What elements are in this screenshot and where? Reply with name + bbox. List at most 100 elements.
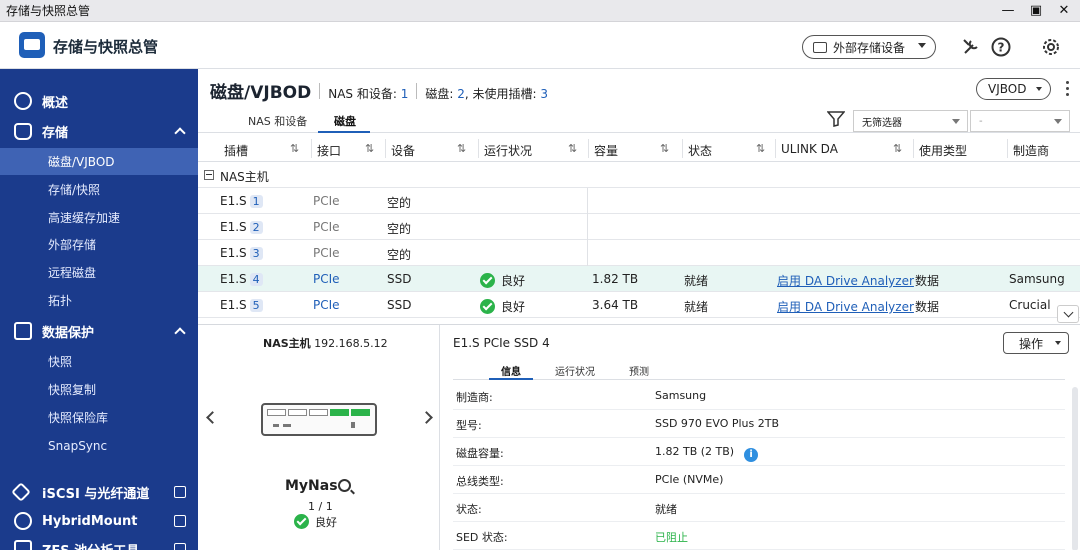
tab-info[interactable]: 信息 bbox=[501, 363, 521, 378]
external-storage-button[interactable]: 外部存储设备 bbox=[802, 35, 936, 59]
close-icon[interactable]: ✕ bbox=[1056, 2, 1072, 18]
scrollbar[interactable] bbox=[1072, 387, 1078, 550]
actions-button[interactable]: 操作 bbox=[1003, 332, 1069, 354]
active-tab-indicator bbox=[489, 378, 533, 380]
nas-count-label: NAS 和设备: bbox=[328, 87, 397, 101]
col-health[interactable]: 运行状况 ⇅ bbox=[484, 142, 577, 159]
sidebar-group-data-protection[interactable]: 数据保护 bbox=[0, 317, 198, 345]
iscsi-icon bbox=[11, 482, 31, 502]
sidebar-item-remote-disk[interactable]: 远程磁盘 bbox=[0, 259, 198, 286]
enable-da-link[interactable]: 启用 DA Drive Analyzer bbox=[777, 272, 914, 289]
filter-select[interactable]: 无筛选器 bbox=[853, 110, 968, 132]
tab-disks[interactable]: 磁盘 bbox=[334, 113, 356, 129]
property-row: 型号: SSD 970 EVO Plus 2TB bbox=[453, 410, 1065, 438]
sidebar-item-cache[interactable]: 高速缓存加速 bbox=[0, 204, 198, 231]
table-row[interactable]: E1.S 5 PCIe SSD 良好 3.64 TB 就绪 启用 DA Drive… bbox=[198, 292, 1080, 318]
property-row: 总线类型: PCIe (NVMe) bbox=[453, 466, 1065, 494]
collapse-icon[interactable] bbox=[204, 170, 214, 180]
chevron-down-icon bbox=[918, 43, 926, 48]
chevron-down-icon bbox=[952, 119, 960, 124]
table-row[interactable]: E1.S 1 PCIe 空的 bbox=[198, 188, 1080, 214]
sidebar-group-label: 概述 bbox=[42, 95, 69, 111]
maximize-icon[interactable]: ▣ bbox=[1028, 2, 1044, 18]
col-slot[interactable]: 插槽 ⇅ bbox=[224, 142, 299, 159]
sidebar-item-snapshot-vault[interactable]: 快照保险库 bbox=[0, 404, 198, 431]
tab-nas-devices[interactable]: NAS 和设备 bbox=[248, 113, 307, 129]
external-storage-label: 外部存储设备 bbox=[833, 40, 906, 55]
device-preview: NAS主机 192.168.5.12 MyNas 1 / 1 良好 bbox=[198, 325, 440, 550]
disk-title: E1.S PCIe SSD 4 bbox=[453, 336, 550, 350]
zoom-in-icon[interactable] bbox=[338, 479, 351, 492]
database-icon bbox=[14, 122, 32, 140]
sidebar-item-hybridmount[interactable]: HybridMount bbox=[0, 507, 198, 535]
col-usage-type[interactable]: 使用类型 bbox=[919, 142, 967, 159]
external-link-icon bbox=[174, 515, 186, 527]
col-device[interactable]: 设备 ⇅ bbox=[391, 142, 466, 159]
info-icon[interactable]: i bbox=[744, 448, 759, 462]
enable-da-link[interactable]: 启用 DA Drive Analyzer bbox=[777, 298, 914, 315]
vjbod-button[interactable]: VJBOD bbox=[976, 78, 1051, 100]
svg-text:?: ? bbox=[998, 41, 1005, 55]
external-link-icon bbox=[174, 486, 186, 498]
sidebar-item-overview[interactable]: 概述 bbox=[0, 87, 198, 115]
vjbod-label: VJBOD bbox=[988, 82, 1027, 96]
sidebar-item-topology[interactable]: 拓扑 bbox=[0, 287, 198, 314]
scroll-down-button[interactable] bbox=[1057, 305, 1079, 323]
window-titlebar: 存储与快照总管 — ▣ ✕ bbox=[0, 0, 1080, 22]
sidebar: 概述 存储 磁盘/VJBOD 存储/快照 高速缓存加速 外部存储 远程磁盘 拓扑… bbox=[0, 69, 198, 550]
table-row[interactable]: E1.S 2 PCIe 空的 bbox=[198, 214, 1080, 240]
gear-icon[interactable] bbox=[1040, 36, 1062, 58]
col-capacity[interactable]: 容量 ⇅ bbox=[594, 142, 669, 159]
sidebar-group-label: HybridMount bbox=[42, 513, 138, 529]
tools-icon[interactable] bbox=[960, 36, 982, 58]
slot-cell: E1.S 5 bbox=[220, 298, 263, 312]
table-group-row[interactable]: NAS主机 bbox=[198, 162, 1080, 188]
sidebar-item-external-storage[interactable]: 外部存储 bbox=[0, 231, 198, 258]
chevron-left-icon[interactable] bbox=[206, 411, 219, 424]
tab-health[interactable]: 运行状况 bbox=[555, 363, 595, 378]
col-status[interactable]: 状态 ⇅ bbox=[688, 142, 765, 159]
secondary-filter-select[interactable]: - bbox=[970, 110, 1070, 132]
sidebar-item-disks-vjbod[interactable]: 磁盘/VJBOD bbox=[0, 148, 198, 175]
sidebar-group-label: ZFS 池分析工具 bbox=[42, 540, 139, 550]
group-label: NAS主机 bbox=[220, 170, 269, 184]
help-icon[interactable]: ? bbox=[990, 36, 1012, 58]
sidebar-item-snapshot[interactable]: 快照 bbox=[0, 348, 198, 375]
tab-prediction[interactable]: 预测 bbox=[629, 363, 649, 378]
disk-count: 2 bbox=[457, 87, 465, 101]
unused-slot-label: , 未使用插槽: bbox=[464, 87, 537, 101]
table-row[interactable]: E1.S 4 PCIe SSD 良好 1.82 TB 就绪 启用 DA Drive… bbox=[198, 266, 1080, 292]
dashboard-icon bbox=[14, 92, 32, 110]
sidebar-item-snapshot-replica[interactable]: 快照复制 bbox=[0, 376, 198, 403]
col-interface[interactable]: 接口 ⇅ bbox=[317, 142, 374, 159]
interface-cell: PCIe bbox=[313, 246, 340, 260]
external-link-icon bbox=[174, 543, 186, 550]
sidebar-item-snapsync[interactable]: SnapSync bbox=[0, 432, 198, 459]
chevron-right-icon[interactable] bbox=[420, 411, 433, 424]
health-cell: 良好 bbox=[480, 272, 525, 289]
status-cell: 就绪 bbox=[684, 274, 709, 288]
slot-cell: E1.S 4 bbox=[220, 272, 263, 286]
sidebar-item-iscsi[interactable]: iSCSI 与光纤通道 bbox=[0, 478, 198, 506]
app-header: 存储与快照总管 外部存储设备 ? bbox=[0, 22, 1080, 69]
col-vendor[interactable]: 制造商 bbox=[1013, 142, 1049, 159]
check-circle-icon bbox=[480, 273, 495, 288]
device-status: 良好 bbox=[294, 514, 337, 530]
app-logo-icon bbox=[19, 32, 45, 58]
device-cell: SSD bbox=[387, 272, 412, 286]
col-ulink-da[interactable]: ULINK DA ⇅ bbox=[781, 142, 902, 156]
disk-details: E1.S PCIe SSD 4 操作 信息 运行状况 预测 制造商: Samsun… bbox=[441, 325, 1080, 550]
interface-cell: PCIe bbox=[313, 194, 340, 208]
minimize-icon[interactable]: — bbox=[1000, 2, 1016, 18]
sidebar-group-storage[interactable]: 存储 bbox=[0, 117, 198, 145]
property-row: SED 状态: 已阻止 bbox=[453, 522, 1065, 550]
sidebar-item-zfs-analyzer[interactable]: ZFS 池分析工具 bbox=[0, 535, 198, 550]
page-header: 磁盘/VJBOD NAS 和设备: 1 磁盘: 2 , 未使用插槽: 3 bbox=[210, 78, 548, 103]
table-row[interactable]: E1.S 3 PCIe 空的 bbox=[198, 240, 1080, 266]
sidebar-item-storage-snapshots[interactable]: 存储/快照 bbox=[0, 176, 198, 203]
nas-device-image[interactable] bbox=[261, 403, 377, 436]
filter-icon[interactable] bbox=[826, 111, 846, 127]
filter-value: 无筛选器 bbox=[862, 117, 902, 129]
more-options-icon[interactable] bbox=[1066, 81, 1070, 97]
storage-device-icon bbox=[813, 41, 827, 53]
